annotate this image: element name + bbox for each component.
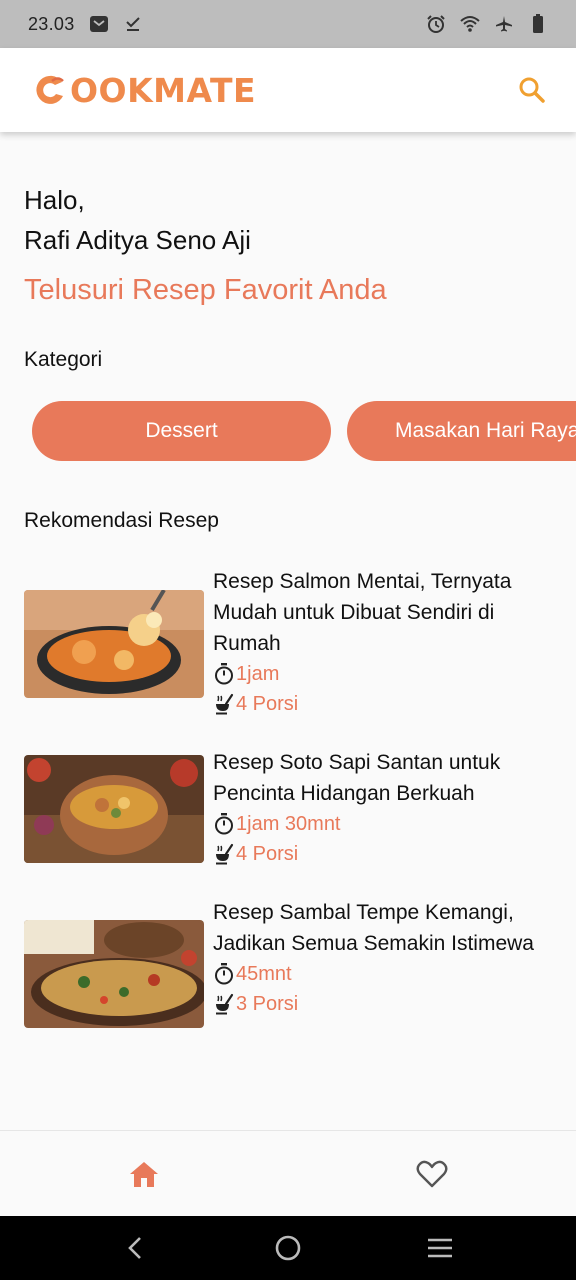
recipe-time-value: 1jam (236, 663, 280, 685)
back-icon (128, 1237, 141, 1259)
recommendation-heading: Rekomendasi Resep (24, 509, 219, 532)
category-chip-dessert[interactable]: Dessert (32, 401, 331, 461)
recipe-thumbnail (24, 755, 204, 863)
recipe-info: Resep Salmon Mentai, Ternyata Mudah untu… (213, 566, 564, 719)
wifi-icon (460, 14, 480, 34)
status-bar: 23.03 (0, 0, 576, 48)
category-heading: Kategori (24, 348, 103, 371)
portion-icon (213, 993, 235, 1015)
circle-home-icon (275, 1235, 301, 1261)
recipe-time-value: 1jam 30mnt (236, 813, 341, 835)
recipe-title: Resep Sambal Tempe Kemangi, Jadikan Semu… (213, 901, 534, 955)
recipe-portion-value: 4 Porsi (236, 843, 299, 865)
recipe-time: 45mnt (213, 959, 564, 989)
category-chip-masakan-hari-raya[interactable]: Masakan Hari Raya (347, 401, 576, 461)
timer-icon (213, 663, 235, 685)
recipe-portion: 3 Porsi (213, 989, 564, 1019)
system-menu-button[interactable] (420, 1228, 460, 1268)
page-tagline: Telusuri Resep Favorit Anda (24, 274, 387, 306)
system-back-button[interactable] (116, 1228, 156, 1268)
recipe-thumbnail (24, 920, 204, 1028)
recipe-time: 1jam 30mnt (213, 809, 564, 839)
greeting-name: Rafi Aditya Seno Aji (24, 225, 251, 255)
battery-icon (528, 14, 548, 34)
portion-icon (213, 843, 235, 865)
airplane-icon (494, 14, 514, 34)
recipe-portion: 4 Porsi (213, 839, 564, 869)
heart-icon (416, 1160, 448, 1187)
recipe-portion-value: 4 Porsi (236, 693, 299, 715)
recipe-card[interactable]: Resep Salmon Mentai, Ternyata Mudah untu… (24, 566, 564, 719)
recipe-card[interactable]: Resep Sambal Tempe Kemangi, Jadikan Semu… (24, 897, 564, 1028)
recipe-title: Resep Salmon Mentai, Ternyata Mudah untu… (213, 570, 512, 655)
greeting: Halo, Rafi Aditya Seno Aji (24, 180, 251, 260)
download-done-icon (123, 14, 143, 34)
nav-home[interactable] (0, 1131, 288, 1216)
alarm-icon (426, 14, 446, 34)
recipe-portion-value: 3 Porsi (236, 993, 299, 1015)
nav-favorites[interactable] (288, 1131, 576, 1216)
category-list: Dessert Masakan Hari Raya (32, 401, 576, 461)
recipe-info: Resep Sambal Tempe Kemangi, Jadikan Semu… (213, 897, 564, 1028)
recipe-card[interactable]: Resep Soto Sapi Santan untuk Pencinta Hi… (24, 747, 564, 869)
search-icon (519, 77, 545, 103)
app-bar: OOKMATE (0, 48, 576, 132)
recipe-thumbnail (24, 590, 204, 698)
logo-mark (36, 75, 64, 104)
recipe-title: Resep Soto Sapi Santan untuk Pencinta Hi… (213, 751, 501, 805)
timer-icon (213, 963, 235, 985)
mail-icon (89, 14, 109, 34)
bottom-navigation (0, 1130, 576, 1216)
system-home-button[interactable] (268, 1228, 308, 1268)
home-icon (130, 1161, 158, 1187)
app-logo: OOKMATE (32, 71, 256, 110)
recipe-portion: 4 Porsi (213, 689, 564, 719)
menu-icon (428, 1238, 452, 1258)
home-content: Halo, Rafi Aditya Seno Aji Telusuri Rese… (0, 132, 576, 1130)
timer-icon (213, 813, 235, 835)
recipe-info: Resep Soto Sapi Santan untuk Pencinta Hi… (213, 747, 564, 869)
recipe-time: 1jam (213, 659, 564, 689)
greeting-hello: Halo, (24, 185, 85, 215)
status-time: 23.03 (28, 13, 75, 34)
logo-text: OOKMATE (70, 70, 257, 110)
recipe-time-value: 45mnt (236, 963, 292, 985)
portion-icon (213, 693, 235, 715)
search-button[interactable] (512, 70, 552, 110)
system-navigation-bar (0, 1216, 576, 1280)
